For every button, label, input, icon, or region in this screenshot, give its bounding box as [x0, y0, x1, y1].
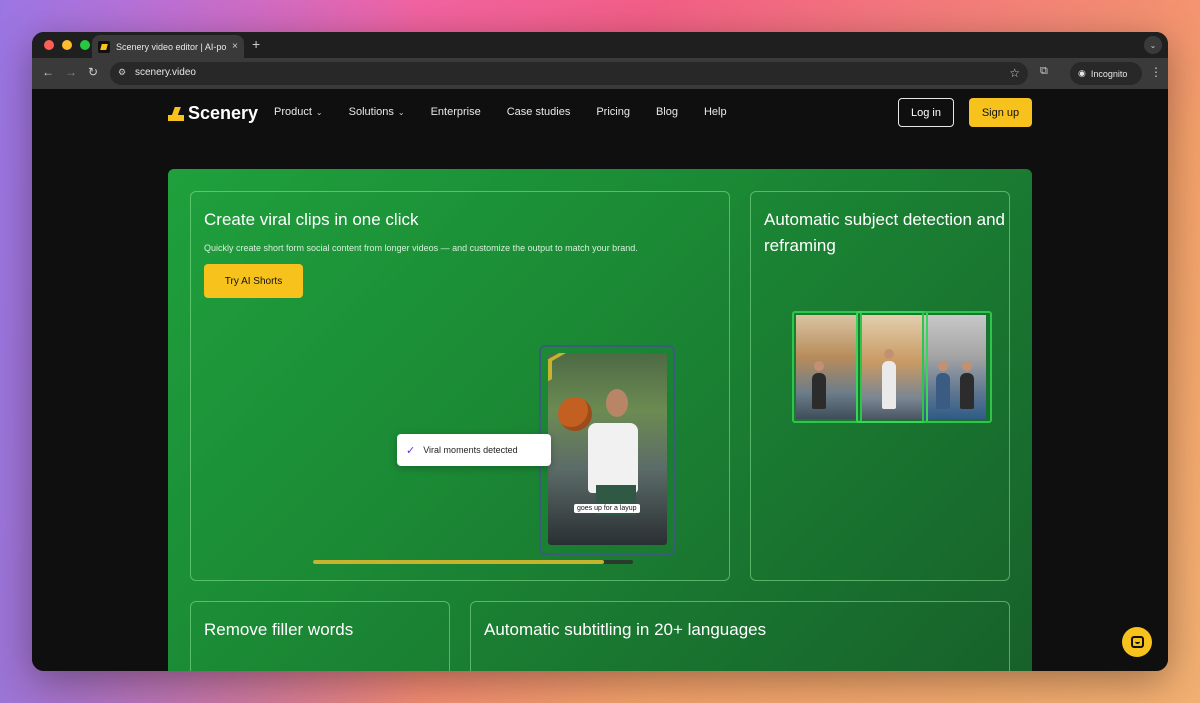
incognito-indicator[interactable]: ◉ Incognito: [1070, 62, 1142, 85]
bookmark-star-icon[interactable]: ☆: [1009, 66, 1020, 80]
toast-text: Viral moments detected: [423, 445, 518, 455]
incognito-label: Incognito: [1090, 68, 1128, 79]
nav-solutions[interactable]: Solutions ⌄: [349, 106, 405, 118]
card-title: Automatic subject detection and reframin…: [764, 210, 1005, 255]
detection-frame: [922, 311, 992, 423]
nav-enterprise[interactable]: Enterprise: [431, 106, 481, 118]
chat-icon: [1130, 636, 1144, 648]
reframe-thumbnail-strip: [792, 311, 992, 423]
web-page: Scenery Product ⌄ Solutions ⌄ Enterprise…: [32, 89, 1168, 671]
site-logo[interactable]: Scenery: [168, 103, 258, 124]
detection-frame: [792, 311, 862, 423]
nav-help[interactable]: Help: [704, 106, 727, 118]
progress-fill: [313, 560, 605, 564]
card-subtitle: Quickly create short form social content…: [204, 243, 638, 253]
extensions-puzzle-icon[interactable]: ⧉: [1040, 65, 1048, 78]
card-title: Automatic subtitling in 20+ languages: [484, 620, 767, 639]
tab-title: Scenery video editor | AI-pow: [116, 41, 226, 52]
logo-text: Scenery: [188, 103, 259, 123]
browser-toolbar: ← → ↻ ⚙ scenery.video ☆ ⧉ ◉ Incognito ⋮: [32, 58, 1168, 89]
maximize-window-button[interactable]: [80, 40, 90, 50]
nav-label: Product: [274, 106, 312, 118]
chevron-down-icon: ⌄: [315, 107, 323, 117]
subtitling-card: Automatic subtitling in 20+ languages: [470, 601, 1010, 671]
card-title: Remove filler words: [204, 620, 354, 639]
checkmark-icon: ✓: [406, 444, 416, 457]
new-tab-button[interactable]: +: [252, 36, 260, 52]
try-ai-shorts-button[interactable]: Try AI Shorts: [204, 264, 303, 298]
nav-label: Help: [703, 106, 727, 118]
login-button[interactable]: Log in: [898, 98, 954, 127]
video-caption: goes up for a layup: [574, 504, 640, 513]
close-window-button[interactable]: [44, 40, 54, 50]
tab-strip: Scenery video editor | AI-pow × + ⌄: [32, 32, 1168, 58]
nav-label: Case studies: [506, 106, 571, 118]
nav-label: Blog: [655, 106, 678, 118]
nav-label: Enterprise: [430, 106, 481, 118]
nav-blog[interactable]: Blog: [656, 106, 678, 118]
forward-arrow-icon[interactable]: →: [65, 65, 77, 79]
site-settings-icon[interactable]: ⚙: [118, 67, 130, 79]
nav-label: Solutions: [348, 106, 394, 118]
features-panel: Create viral clips in one click Quickly …: [168, 169, 1032, 671]
address-bar[interactable]: ⚙ scenery.video ☆: [110, 62, 1028, 85]
back-arrow-icon[interactable]: ←: [42, 65, 54, 79]
nav-case-studies[interactable]: Case studies: [507, 106, 571, 118]
main-nav: Product ⌄ Solutions ⌄ Enterprise Case st…: [274, 106, 753, 118]
browser-window: Scenery video editor | AI-pow × + ⌄ ← → …: [32, 32, 1168, 671]
chat-launcher-button[interactable]: [1122, 627, 1152, 657]
tab-close-icon[interactable]: ×: [232, 41, 238, 52]
signup-button[interactable]: Sign up: [969, 98, 1032, 127]
player-head-shape: [606, 389, 628, 417]
tab-search-chevron-icon[interactable]: ⌄: [1144, 36, 1162, 54]
card-title: Create viral clips in one click: [204, 210, 419, 229]
progress-bar: [313, 560, 633, 564]
filler-words-card: Remove filler words: [190, 601, 450, 671]
nav-pricing[interactable]: Pricing: [596, 106, 630, 118]
player-shirt-shape: [588, 423, 638, 493]
reload-icon[interactable]: ↻: [88, 65, 98, 79]
scenery-favicon-icon: [98, 40, 110, 53]
browser-menu-icon[interactable]: ⋮: [1150, 65, 1162, 79]
scenery-logo-icon: [168, 107, 184, 121]
hoop-shape: [548, 353, 570, 382]
viral-clips-card: Create viral clips in one click Quickly …: [190, 191, 730, 581]
basketball-video-thumbnail: goes up for a layup: [548, 353, 667, 545]
nav-label: Pricing: [596, 106, 630, 118]
chevron-down-icon: ⌄: [397, 107, 405, 117]
detection-frame-active: [856, 311, 928, 423]
basketball-shape: [558, 397, 592, 431]
window-controls: [44, 40, 90, 50]
nav-product[interactable]: Product ⌄: [274, 106, 323, 118]
viral-moments-toast: ✓ Viral moments detected: [397, 434, 551, 466]
incognito-icon: ◉: [1078, 68, 1086, 78]
address-text[interactable]: scenery.video: [135, 67, 196, 78]
browser-tab[interactable]: Scenery video editor | AI-pow ×: [92, 35, 244, 58]
minimize-window-button[interactable]: [62, 40, 72, 50]
